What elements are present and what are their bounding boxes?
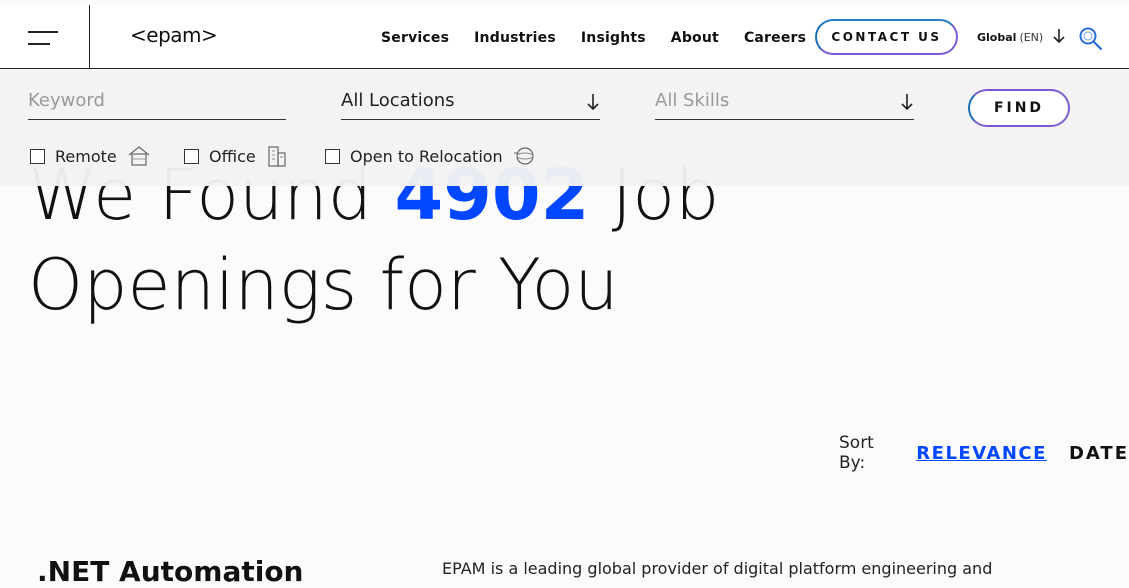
results-heading-line2: Openings for You — [28, 244, 619, 326]
office-label: Office — [209, 146, 256, 166]
nav-about[interactable]: About — [671, 30, 719, 46]
sort-label: Sort By: — [839, 433, 874, 473]
job-search-filters: All Locations All Skills FIND Remote Off… — [0, 70, 1129, 186]
arrow-down-icon[interactable] — [1052, 27, 1066, 45]
language-selector[interactable]: Global (EN) — [977, 31, 1043, 44]
keyword-input[interactable] — [28, 90, 286, 111]
checkbox-box[interactable] — [30, 148, 45, 164]
nav-careers[interactable]: Careers — [744, 30, 806, 46]
job-description: EPAM is a leading global provider of dig… — [442, 559, 993, 578]
remote-checkbox[interactable]: Remote — [30, 145, 151, 167]
remote-label: Remote — [55, 146, 117, 166]
arrow-down-icon — [901, 94, 913, 111]
find-button[interactable]: FIND — [968, 89, 1070, 127]
relocation-checkbox[interactable]: Open to Relocation — [325, 145, 537, 167]
checkbox-box[interactable] — [184, 148, 199, 164]
keyword-field[interactable] — [28, 90, 286, 120]
nav-industries[interactable]: Industries — [474, 30, 556, 46]
nav-services[interactable]: Services — [381, 30, 449, 46]
nav-insights[interactable]: Insights — [581, 30, 646, 46]
site-header: <epam> Services Industries Insights Abou… — [0, 5, 1129, 69]
search-icon[interactable] — [1078, 26, 1104, 52]
epam-logo[interactable]: <epam> — [130, 23, 218, 47]
checkbox-box[interactable] — [325, 148, 340, 164]
location-select[interactable]: All Locations — [341, 90, 600, 120]
menu-icon[interactable] — [28, 31, 58, 45]
globe-icon — [513, 147, 534, 165]
skills-select[interactable]: All Skills — [655, 90, 914, 120]
contact-us-button[interactable]: CONTACT US — [815, 19, 958, 55]
sort-date-link[interactable]: DATE — [1069, 443, 1129, 464]
sort-relevance-link[interactable]: RELEVANCE — [916, 443, 1047, 464]
location-value: All Locations — [341, 90, 455, 111]
relocation-label: Open to Relocation — [350, 146, 503, 166]
arrow-down-icon — [587, 94, 599, 111]
main-nav: Services Industries Insights About Caree… — [381, 30, 831, 46]
lang-code: (EN) — [1019, 31, 1044, 44]
lang-region: Global — [977, 31, 1017, 44]
office-checkbox[interactable]: Office — [184, 145, 288, 167]
header-divider — [89, 5, 90, 69]
skills-placeholder: All Skills — [655, 90, 730, 111]
home-icon — [128, 146, 150, 166]
building-icon — [268, 146, 286, 167]
job-title[interactable]: .NET Automation — [37, 555, 304, 588]
sort-controls: Sort By: RELEVANCE DATE — [839, 433, 1129, 473]
